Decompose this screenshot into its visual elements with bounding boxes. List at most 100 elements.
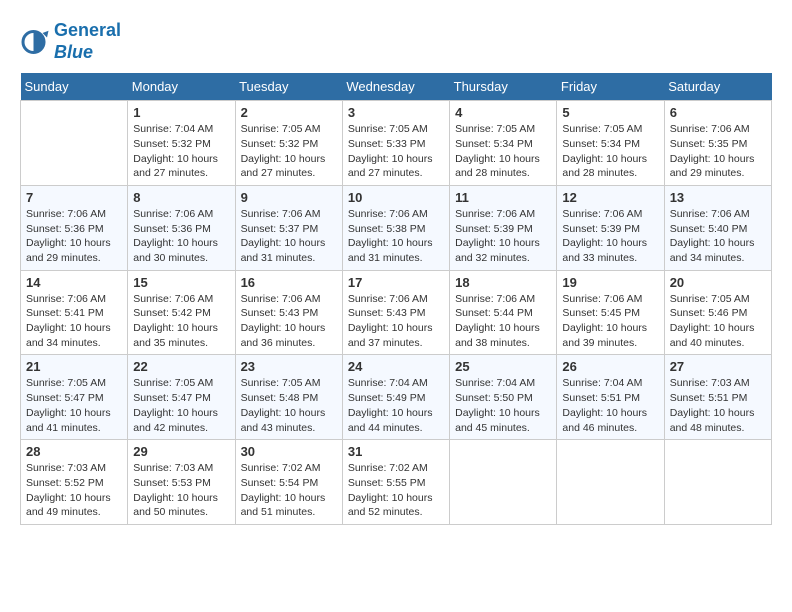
cell-sun-info: Sunrise: 7:05 AMSunset: 5:46 PMDaylight:…	[670, 292, 766, 351]
cell-sun-info: Sunrise: 7:04 AMSunset: 5:50 PMDaylight:…	[455, 376, 551, 435]
calendar-cell	[557, 440, 664, 525]
cell-sun-info: Sunrise: 7:06 AMSunset: 5:40 PMDaylight:…	[670, 207, 766, 266]
calendar-cell: 18 Sunrise: 7:06 AMSunset: 5:44 PMDayligh…	[450, 270, 557, 355]
calendar-cell: 5 Sunrise: 7:05 AMSunset: 5:34 PMDaylight…	[557, 101, 664, 186]
cell-sun-info: Sunrise: 7:04 AMSunset: 5:49 PMDaylight:…	[348, 376, 444, 435]
calendar-cell: 14 Sunrise: 7:06 AMSunset: 5:41 PMDayligh…	[21, 270, 128, 355]
calendar-week-row: 28 Sunrise: 7:03 AMSunset: 5:52 PMDayligh…	[21, 440, 772, 525]
calendar-cell: 7 Sunrise: 7:06 AMSunset: 5:36 PMDaylight…	[21, 185, 128, 270]
day-number: 21	[26, 359, 122, 374]
day-number: 14	[26, 275, 122, 290]
day-number: 7	[26, 190, 122, 205]
calendar-cell: 11 Sunrise: 7:06 AMSunset: 5:39 PMDayligh…	[450, 185, 557, 270]
cell-sun-info: Sunrise: 7:04 AMSunset: 5:32 PMDaylight:…	[133, 122, 229, 181]
calendar-cell: 17 Sunrise: 7:06 AMSunset: 5:43 PMDayligh…	[342, 270, 449, 355]
calendar-body: 1 Sunrise: 7:04 AMSunset: 5:32 PMDaylight…	[21, 101, 772, 525]
calendar-cell: 22 Sunrise: 7:05 AMSunset: 5:47 PMDayligh…	[128, 355, 235, 440]
day-number: 23	[241, 359, 337, 374]
day-number: 3	[348, 105, 444, 120]
calendar-table: SundayMondayTuesdayWednesdayThursdayFrid…	[20, 73, 772, 525]
cell-sun-info: Sunrise: 7:06 AMSunset: 5:43 PMDaylight:…	[241, 292, 337, 351]
cell-sun-info: Sunrise: 7:02 AMSunset: 5:55 PMDaylight:…	[348, 461, 444, 520]
calendar-cell: 21Sunrise: 7:05 AMSunset: 5:47 PMDayligh…	[21, 355, 128, 440]
calendar-cell: 19 Sunrise: 7:06 AMSunset: 5:45 PMDayligh…	[557, 270, 664, 355]
day-number: 9	[241, 190, 337, 205]
day-number: 10	[348, 190, 444, 205]
day-number: 16	[241, 275, 337, 290]
day-number: 28	[26, 444, 122, 459]
day-number: 22	[133, 359, 229, 374]
calendar-cell: 6 Sunrise: 7:06 AMSunset: 5:35 PMDaylight…	[664, 101, 771, 186]
cell-sun-info: Sunrise: 7:03 AMSunset: 5:51 PMDaylight:…	[670, 376, 766, 435]
cell-sun-info: Sunrise: 7:04 AMSunset: 5:51 PMDaylight:…	[562, 376, 658, 435]
day-number: 19	[562, 275, 658, 290]
cell-sun-info: Sunrise: 7:05 AMSunset: 5:48 PMDaylight:…	[241, 376, 337, 435]
cell-sun-info: Sunrise: 7:06 AMSunset: 5:38 PMDaylight:…	[348, 207, 444, 266]
calendar-cell	[21, 101, 128, 186]
calendar-cell: 29Sunrise: 7:03 AMSunset: 5:53 PMDayligh…	[128, 440, 235, 525]
cell-sun-info: Sunrise: 7:06 AMSunset: 5:36 PMDaylight:…	[133, 207, 229, 266]
cell-sun-info: Sunrise: 7:06 AMSunset: 5:39 PMDaylight:…	[455, 207, 551, 266]
cell-sun-info: Sunrise: 7:06 AMSunset: 5:41 PMDaylight:…	[26, 292, 122, 351]
weekday-header-saturday: Saturday	[664, 73, 771, 101]
cell-sun-info: Sunrise: 7:03 AMSunset: 5:52 PMDaylight:…	[26, 461, 122, 520]
cell-sun-info: Sunrise: 7:05 AMSunset: 5:33 PMDaylight:…	[348, 122, 444, 181]
weekday-header-friday: Friday	[557, 73, 664, 101]
cell-sun-info: Sunrise: 7:06 AMSunset: 5:36 PMDaylight:…	[26, 207, 122, 266]
calendar-cell: 26 Sunrise: 7:04 AMSunset: 5:51 PMDayligh…	[557, 355, 664, 440]
page-header: General Blue	[20, 20, 772, 63]
cell-sun-info: Sunrise: 7:06 AMSunset: 5:42 PMDaylight:…	[133, 292, 229, 351]
calendar-week-row: 14 Sunrise: 7:06 AMSunset: 5:41 PMDayligh…	[21, 270, 772, 355]
calendar-cell: 25Sunrise: 7:04 AMSunset: 5:50 PMDayligh…	[450, 355, 557, 440]
calendar-cell: 10 Sunrise: 7:06 AMSunset: 5:38 PMDayligh…	[342, 185, 449, 270]
cell-sun-info: Sunrise: 7:06 AMSunset: 5:44 PMDaylight:…	[455, 292, 551, 351]
calendar-week-row: 7 Sunrise: 7:06 AMSunset: 5:36 PMDaylight…	[21, 185, 772, 270]
cell-sun-info: Sunrise: 7:06 AMSunset: 5:45 PMDaylight:…	[562, 292, 658, 351]
day-number: 12	[562, 190, 658, 205]
day-number: 17	[348, 275, 444, 290]
calendar-cell	[664, 440, 771, 525]
calendar-cell: 9 Sunrise: 7:06 AMSunset: 5:37 PMDaylight…	[235, 185, 342, 270]
calendar-cell: 13Sunrise: 7:06 AMSunset: 5:40 PMDayligh…	[664, 185, 771, 270]
day-number: 11	[455, 190, 551, 205]
cell-sun-info: Sunrise: 7:05 AMSunset: 5:32 PMDaylight:…	[241, 122, 337, 181]
calendar-cell: 12 Sunrise: 7:06 AMSunset: 5:39 PMDayligh…	[557, 185, 664, 270]
calendar-cell: 2 Sunrise: 7:05 AMSunset: 5:32 PMDaylight…	[235, 101, 342, 186]
calendar-cell: 27Sunrise: 7:03 AMSunset: 5:51 PMDayligh…	[664, 355, 771, 440]
calendar-cell: 15 Sunrise: 7:06 AMSunset: 5:42 PMDayligh…	[128, 270, 235, 355]
calendar-cell: 31Sunrise: 7:02 AMSunset: 5:55 PMDayligh…	[342, 440, 449, 525]
calendar-header-row: SundayMondayTuesdayWednesdayThursdayFrid…	[21, 73, 772, 101]
day-number: 4	[455, 105, 551, 120]
calendar-cell: 30Sunrise: 7:02 AMSunset: 5:54 PMDayligh…	[235, 440, 342, 525]
day-number: 2	[241, 105, 337, 120]
calendar-cell	[450, 440, 557, 525]
weekday-header-monday: Monday	[128, 73, 235, 101]
day-number: 30	[241, 444, 337, 459]
cell-sun-info: Sunrise: 7:05 AMSunset: 5:34 PMDaylight:…	[455, 122, 551, 181]
calendar-cell: 16 Sunrise: 7:06 AMSunset: 5:43 PMDayligh…	[235, 270, 342, 355]
day-number: 5	[562, 105, 658, 120]
calendar-cell: 1 Sunrise: 7:04 AMSunset: 5:32 PMDaylight…	[128, 101, 235, 186]
day-number: 26	[562, 359, 658, 374]
calendar-week-row: 1 Sunrise: 7:04 AMSunset: 5:32 PMDaylight…	[21, 101, 772, 186]
day-number: 24	[348, 359, 444, 374]
day-number: 6	[670, 105, 766, 120]
calendar-cell: 24 Sunrise: 7:04 AMSunset: 5:49 PMDayligh…	[342, 355, 449, 440]
cell-sun-info: Sunrise: 7:06 AMSunset: 5:37 PMDaylight:…	[241, 207, 337, 266]
cell-sun-info: Sunrise: 7:03 AMSunset: 5:53 PMDaylight:…	[133, 461, 229, 520]
calendar-cell: 4 Sunrise: 7:05 AMSunset: 5:34 PMDaylight…	[450, 101, 557, 186]
day-number: 1	[133, 105, 229, 120]
calendar-week-row: 21 Sunrise: 7:05 AMSunset: 5:47 PMDayligh…	[21, 355, 772, 440]
cell-sun-info: Sunrise: 7:05 AMSunset: 5:34 PMDaylight:…	[562, 122, 658, 181]
cell-sun-info: Sunrise: 7:06 AMSunset: 5:39 PMDaylight:…	[562, 207, 658, 266]
cell-sun-info: Sunrise: 7:06 AMSunset: 5:43 PMDaylight:…	[348, 292, 444, 351]
weekday-header-sunday: Sunday	[21, 73, 128, 101]
weekday-header-tuesday: Tuesday	[235, 73, 342, 101]
day-number: 18	[455, 275, 551, 290]
calendar-cell: 28 Sunrise: 7:03 AMSunset: 5:52 PMDayligh…	[21, 440, 128, 525]
day-number: 15	[133, 275, 229, 290]
logo-icon	[20, 27, 50, 57]
day-number: 8	[133, 190, 229, 205]
cell-sun-info: Sunrise: 7:06 AMSunset: 5:35 PMDaylight:…	[670, 122, 766, 181]
cell-sun-info: Sunrise: 7:05 AMSunset: 5:47 PMDaylight:…	[133, 376, 229, 435]
